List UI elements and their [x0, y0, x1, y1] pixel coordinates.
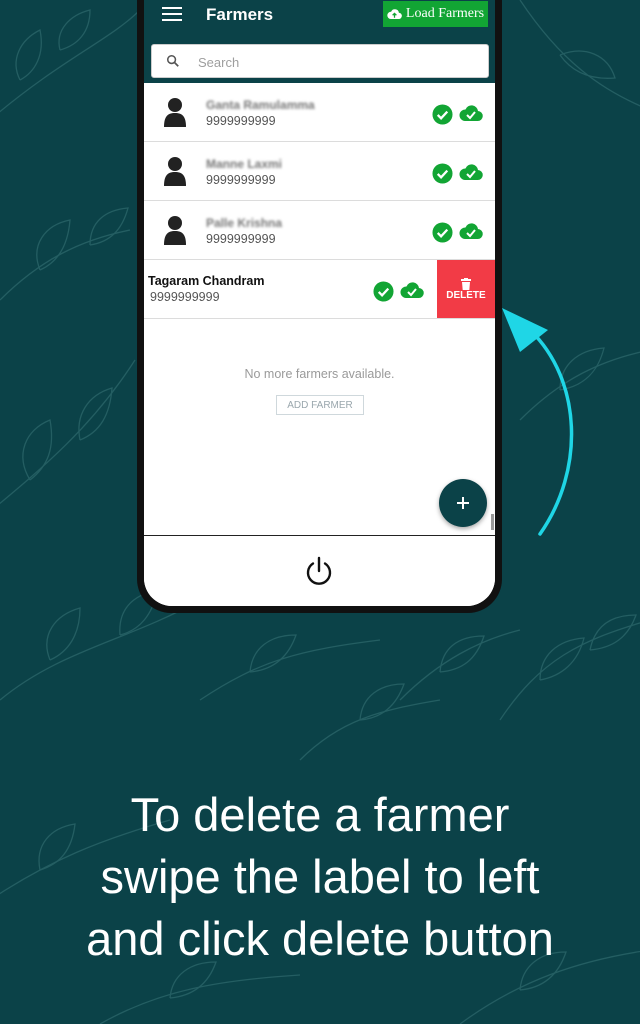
delete-label: DELETE [446, 289, 486, 301]
load-farmers-label: Load Farmers [405, 6, 485, 21]
add-fab-button[interactable] [439, 479, 487, 527]
caption-line: and click delete button [86, 912, 554, 965]
check-circle-icon [432, 104, 453, 125]
instruction-caption: To delete a farmer swipe the label to le… [0, 784, 640, 970]
sync-status [432, 163, 483, 184]
check-circle-icon [373, 281, 394, 302]
plus-icon [457, 497, 469, 509]
check-circle-icon [432, 222, 453, 243]
cloud-check-icon [459, 105, 483, 122]
farmer-phone: 9999999999 [206, 173, 276, 187]
check-circle-icon [432, 163, 453, 184]
bottom-bar [144, 535, 495, 606]
farmer-phone: 9999999999 [150, 290, 220, 304]
farmer-name: Palle Krishna [206, 216, 283, 230]
cloud-check-icon [400, 282, 424, 299]
farmer-name: Tagaram Chandram [148, 274, 265, 288]
phone-screen: Farmers Load Farmers Ganta Ramulamma 999… [144, 0, 495, 606]
add-farmer-button[interactable]: ADD FARMER [276, 395, 364, 415]
power-icon[interactable] [304, 556, 334, 588]
farmer-row-swiped[interactable]: Tagaram Chandram 9999999999 DELETE [144, 260, 495, 319]
search-input[interactable] [196, 51, 480, 73]
person-avatar-icon [164, 216, 186, 245]
sync-status [432, 222, 483, 243]
trash-icon [461, 277, 471, 290]
farmer-row[interactable]: Palle Krishna 9999999999 [144, 201, 495, 260]
curved-arrow-icon [502, 308, 574, 536]
farmer-name: Ganta Ramulamma [206, 98, 315, 112]
load-farmers-button[interactable]: Load Farmers [383, 1, 488, 27]
empty-state-message: No more farmers available. [244, 367, 395, 381]
caption-line: To delete a farmer [130, 788, 510, 841]
farmer-phone: 9999999999 [206, 232, 276, 246]
delete-button[interactable]: DELETE [437, 260, 495, 318]
farmer-row[interactable]: Manne Laxmi 9999999999 [144, 142, 495, 201]
caption-line: swipe the label to left [100, 850, 540, 903]
sync-status [373, 281, 424, 302]
app-title: Farmers [206, 5, 274, 24]
search-box[interactable] [151, 44, 489, 78]
farmer-row[interactable]: Ganta Ramulamma 9999999999 [144, 83, 495, 142]
farmer-name: Manne Laxmi [206, 157, 283, 171]
app-bar: Farmers Load Farmers [144, 0, 495, 83]
person-avatar-icon [164, 157, 186, 186]
cloud-check-icon [459, 223, 483, 240]
cloud-upload-icon [387, 9, 402, 20]
hamburger-menu-icon[interactable] [162, 7, 182, 23]
cloud-check-icon [459, 164, 483, 181]
search-icon [166, 54, 179, 67]
farmer-phone: 9999999999 [206, 114, 276, 128]
person-avatar-icon [164, 98, 186, 127]
sync-status [432, 104, 483, 125]
